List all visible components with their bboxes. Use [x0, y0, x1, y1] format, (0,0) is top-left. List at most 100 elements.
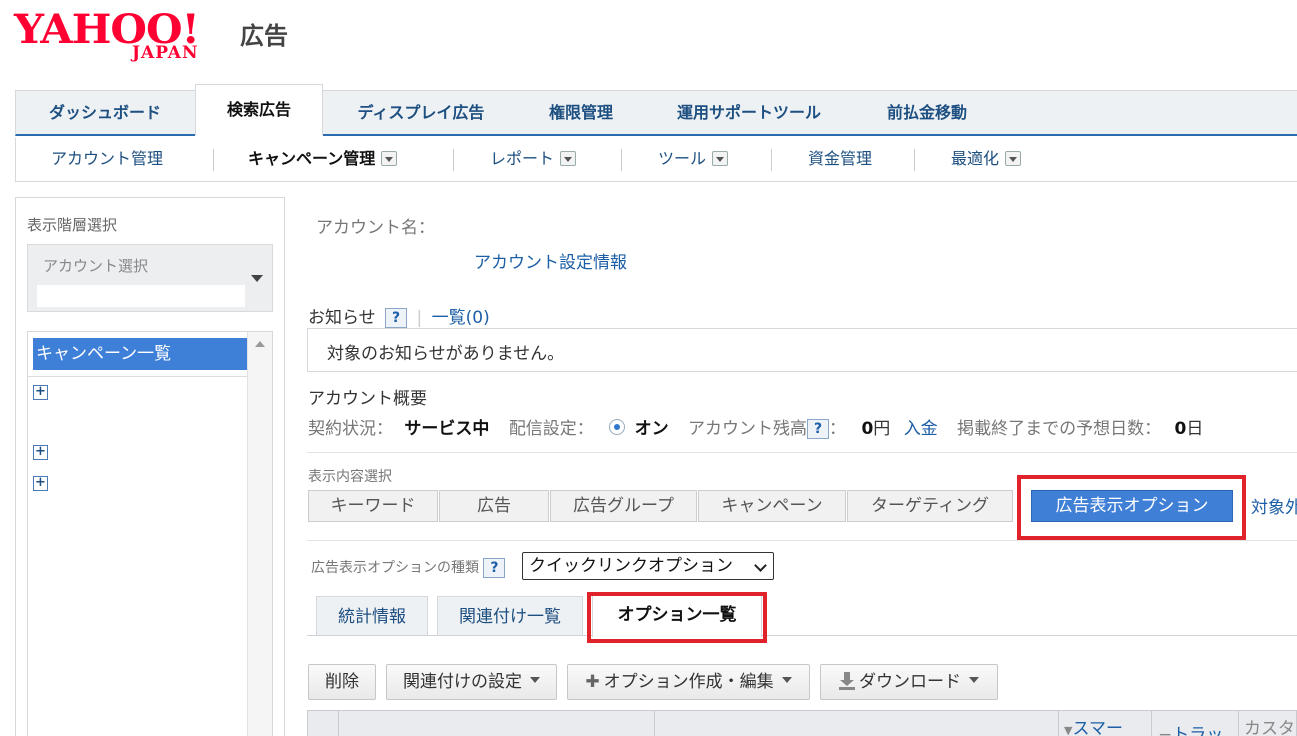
balance-value: 0 — [861, 419, 874, 439]
download-icon — [839, 672, 855, 690]
campaign-tree: キャンペーン一覧 + + + — [27, 331, 273, 736]
column-divider — [1238, 711, 1239, 736]
table-header: ▼スマー −トラッ カスタ — [307, 710, 1297, 736]
account-name-label: アカウント名： — [316, 218, 435, 238]
column-divider — [654, 711, 655, 736]
tab-dashboard[interactable]: ダッシュボード — [16, 91, 194, 135]
scroll-up-arrow-icon[interactable] — [255, 341, 265, 347]
option-type-selected: クイックリンクオプション — [529, 556, 733, 576]
tab-search-ads[interactable]: 検索広告 — [195, 84, 323, 137]
separator: | — [416, 308, 423, 328]
subnav-divider — [621, 149, 622, 171]
chevron-down-icon — [754, 559, 767, 572]
caret-down-icon — [781, 677, 792, 683]
contract-label: 契約状況： — [308, 419, 393, 439]
subnav-divider — [453, 149, 454, 171]
balance-colon: ： — [829, 419, 847, 439]
subnav-divider — [914, 149, 915, 171]
tab-display-ads[interactable]: ディスプレイ広告 — [334, 91, 508, 135]
tabs-baseline — [307, 635, 1297, 636]
subnav-optimize-label: 最適化 — [951, 149, 1000, 168]
account-settings-link[interactable]: アカウント設定情報 — [474, 248, 627, 273]
notice-box: 対象のお知らせがありません。 — [307, 328, 1297, 372]
expand-plus-icon[interactable]: + — [33, 445, 48, 460]
subnav-campaign-mgmt-label: キャンペーン管理 — [248, 149, 376, 168]
caret-down-icon — [969, 677, 979, 683]
campaign-list-item[interactable]: キャンペーン一覧 — [33, 338, 247, 370]
delete-button[interactable]: 削除 — [308, 664, 376, 700]
expand-plus-icon[interactable]: + — [33, 385, 48, 400]
dash-icon: − — [1158, 725, 1173, 736]
tab-campaign[interactable]: キャンペーン — [698, 490, 846, 522]
column-header-smart[interactable]: ▼スマー — [1064, 714, 1123, 736]
column-header-track-label: トラッ — [1172, 725, 1224, 736]
column-divider — [1058, 711, 1059, 736]
help-icon[interactable]: ? — [483, 558, 506, 578]
days-value: 0 — [1174, 419, 1187, 439]
tab-ad-group[interactable]: 広告グループ — [550, 490, 697, 522]
subnav-optimize[interactable]: 最適化 — [951, 138, 1022, 180]
subnav-divider — [213, 149, 214, 171]
notice-label: お知らせ — [308, 308, 376, 328]
column-header-track[interactable]: −トラッ — [1158, 720, 1223, 736]
highlight-box — [1017, 475, 1246, 540]
tab-prepay-transfer[interactable]: 前払金移動 — [868, 91, 986, 135]
create-edit-option-button[interactable]: ✚ オプション作成・編集 — [567, 664, 810, 700]
subnav-account-mgmt[interactable]: アカウント管理 — [51, 138, 163, 180]
delivery-radio[interactable] — [609, 419, 626, 435]
account-select-dropdown[interactable]: アカウント選択 — [27, 244, 273, 312]
help-icon[interactable]: ? — [807, 419, 830, 439]
contract-value: サービス中 — [404, 419, 490, 439]
highlight-box — [587, 592, 767, 643]
option-type-select[interactable]: クイックリンクオプション — [522, 552, 774, 580]
subnav-report[interactable]: レポート — [490, 138, 577, 180]
notice-list-link[interactable]: 一覧(0) — [432, 308, 490, 328]
option-type-label-text: 広告表示オプションの種類 — [311, 560, 479, 576]
notice-empty-text: 対象のお知らせがありません。 — [327, 344, 565, 364]
dropdown-arrow-icon[interactable] — [381, 151, 398, 166]
caret-down-icon — [251, 275, 263, 282]
main-nav-tabs: ダッシュボード 検索広告 ディスプレイ広告 権限管理 運用サポートツール 前払金… — [15, 84, 1297, 137]
hierarchy-sidebar: 表示階層選択 アカウント選択 キャンペーン一覧 + + + — [15, 197, 285, 736]
dropdown-arrow-icon[interactable] — [1005, 151, 1022, 166]
column-header-custom[interactable]: カスタ — [1244, 714, 1295, 736]
yahoo-ads-logo[interactable]: YAHOO! JAPAN 広告 — [14, 8, 294, 66]
download-label: ダウンロード — [859, 672, 961, 692]
plus-icon: ✚ — [585, 672, 600, 692]
balance-unit: 円 — [873, 419, 891, 439]
dropdown-arrow-icon[interactable] — [712, 151, 729, 166]
overview-row: 契約状況： サービス中 配信設定： オン アカウント残高?： 0円 入金 掲載終… — [308, 414, 1203, 439]
divider — [28, 376, 248, 377]
create-edit-option-label: オプション作成・編集 — [603, 672, 774, 692]
delivery-label: 配信設定： — [508, 419, 594, 439]
deposit-link[interactable]: 入金 — [904, 419, 938, 439]
association-settings-button[interactable]: 関連付けの設定 — [386, 664, 557, 700]
days-unit: 日 — [1186, 419, 1204, 439]
help-icon[interactable]: ? — [385, 308, 408, 328]
column-divider — [1151, 711, 1152, 736]
tree-scrollbar[interactable] — [247, 332, 272, 736]
column-divider — [338, 711, 339, 736]
logo-japan-text: JAPAN — [132, 43, 199, 63]
tab-keyword[interactable]: キーワード — [308, 490, 438, 522]
sub-nav: アカウント管理 キャンペーン管理 レポート ツール 資金管理 最適化 — [15, 138, 1297, 182]
tab-targeting[interactable]: ターゲティング — [847, 490, 1013, 522]
logo-ad-text: 広告 — [240, 22, 288, 50]
notice-header: お知らせ ? | 一覧(0) — [308, 303, 490, 328]
download-button[interactable]: ダウンロード — [820, 664, 998, 700]
tab-ads[interactable]: 広告 — [439, 490, 549, 522]
delivery-value: オン — [634, 419, 669, 439]
tab-permissions[interactable]: 権限管理 — [526, 91, 636, 135]
display-select-label: 表示内容選択 — [308, 469, 392, 485]
balance-label: アカウント残高 — [688, 419, 808, 439]
overview-title: アカウント概要 — [308, 389, 427, 409]
tab-association-list[interactable]: 関連付け一覧 — [437, 596, 583, 636]
subnav-tools[interactable]: ツール — [658, 138, 729, 180]
tab-support-tools[interactable]: 運用サポートツール — [656, 91, 842, 135]
subnav-funds[interactable]: 資金管理 — [808, 138, 872, 180]
expand-plus-icon[interactable]: + — [33, 476, 48, 491]
dropdown-arrow-icon[interactable] — [560, 151, 577, 166]
tab-statistics[interactable]: 統計情報 — [316, 596, 428, 636]
subnav-campaign-mgmt[interactable]: キャンペーン管理 — [248, 138, 398, 180]
excluded-link[interactable]: 対象外 — [1251, 493, 1297, 518]
